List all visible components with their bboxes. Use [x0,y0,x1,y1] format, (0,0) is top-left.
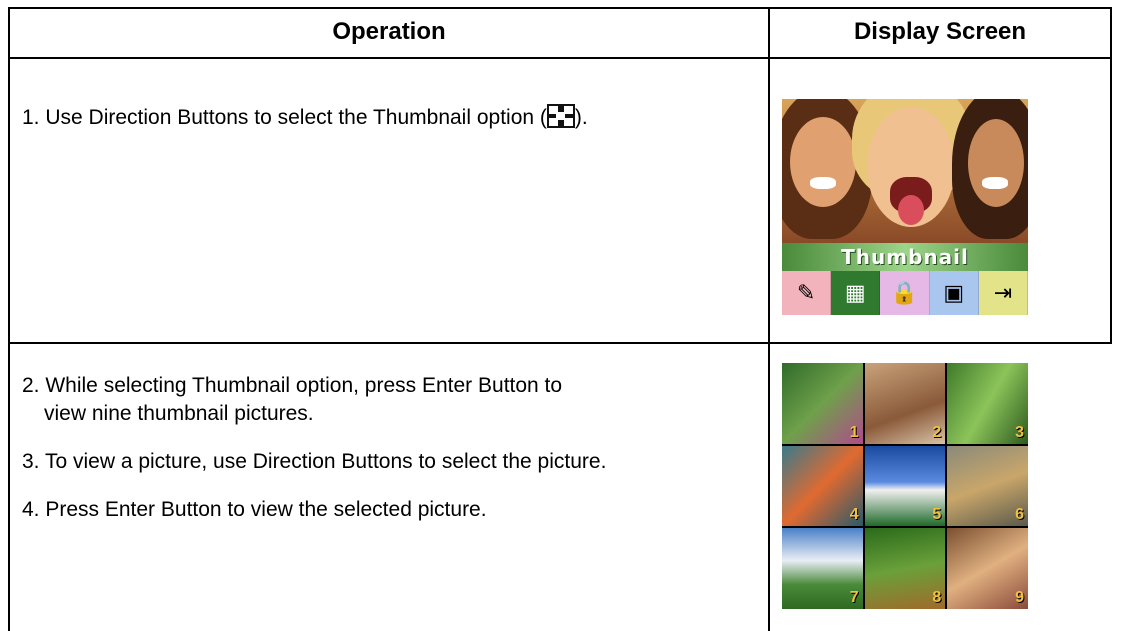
menu-tabs: ✎ ▦ 🔒 ▣ ⇥ [782,271,1028,315]
thumbnail-3: 3 [947,363,1028,444]
thumbnail-number: 4 [849,506,859,524]
display-screen-thumbnail-menu: Thumbnail ✎ ▦ 🔒 ▣ ⇥ [782,99,1028,315]
thumbnail-number: 2 [932,423,942,441]
slideshow-icon: ▣ [929,271,979,315]
table-border-right [1110,7,1112,342]
display-screen-thumbnail-grid: 1 2 3 4 5 6 7 8 9 [782,363,1028,609]
lock-icon: 🔒 [880,271,930,315]
step-1-text: 1. Use Direction Buttons to select the T… [22,104,588,132]
header-operation: Operation [332,18,446,45]
step-3-text: 3. To view a picture, use Direction Butt… [22,450,607,473]
edit-icon: ✎ [782,271,832,315]
row-divider [8,342,1112,344]
table-border-left [8,7,10,631]
thumbnail-9: 9 [947,528,1028,609]
thumbnail-7: 7 [782,528,863,609]
exit-icon: ⇥ [978,271,1028,315]
thumbnail-number: 3 [1015,423,1024,441]
step-2-line-2: view nine thumbnail pictures. [44,402,314,425]
step-4-text: 4. Press Enter Button to view the select… [22,498,487,521]
thumbnail-4: 4 [782,445,863,527]
menu-label: Thumbnail [841,245,969,269]
thumbnail-grid-icon [546,104,575,128]
step-1-before: 1. Use Direction Buttons to select the T… [22,106,547,129]
thumbnail-5: 5 [864,445,946,527]
thumbnail-number: 8 [932,588,942,606]
thumbnail-number: 6 [1015,506,1024,524]
step-1-after: ). [574,106,588,129]
thumbnail-6: 6 [947,445,1028,527]
thumbnail-number: 7 [849,588,859,606]
thumbnail-1: 1 [782,363,863,444]
header-divider [8,57,1112,59]
thumbnail-8: 8 [864,528,946,609]
menu-label-bar: Thumbnail [782,243,1028,271]
thumbnail-2: 2 [864,363,946,444]
preview-photo [782,99,1028,243]
step-2-line-1: 2. While selecting Thumbnail option, pre… [22,374,563,397]
thumbnail-icon: ▦ [831,271,881,315]
thumbnail-number: 1 [849,423,859,441]
thumbnail-number: 9 [1015,588,1024,606]
column-divider [768,7,770,631]
header-display-screen: Display Screen [853,18,1027,45]
thumbnail-number: 5 [932,506,942,524]
